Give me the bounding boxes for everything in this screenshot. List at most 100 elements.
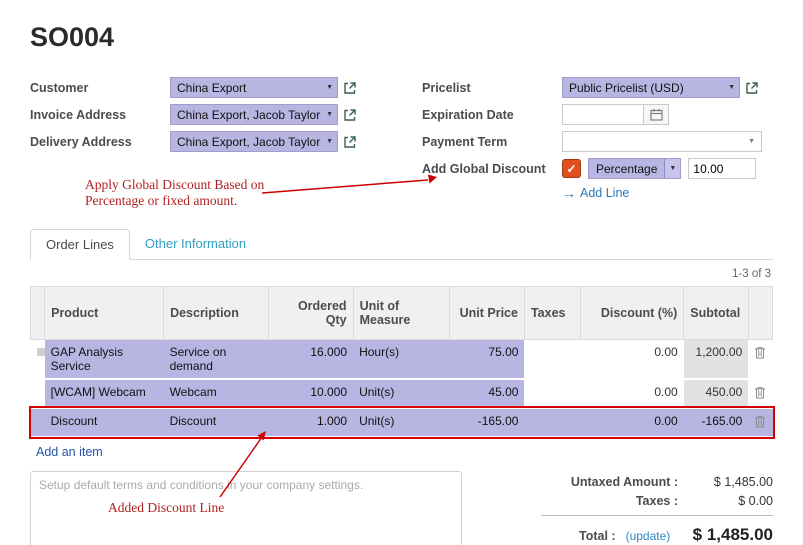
untaxed-amount-row: Untaxed Amount : $ 1,485.00	[541, 475, 773, 489]
global-discount-field-row: Add Global Discount ✓ Percentage ▼	[422, 158, 773, 179]
delete-line-button[interactable]	[748, 379, 772, 408]
subtotal-cell: 1,200.00	[684, 340, 749, 380]
payment-term-select[interactable]: ▼	[562, 131, 762, 152]
delivery-address-value: China Export, Jacob Taylor	[177, 135, 320, 149]
unit-price-cell: 75.00	[450, 340, 525, 380]
taxes-cell	[524, 379, 580, 408]
table-row-discount[interactable]: Discount Discount 1.000 Unit(s) -165.00 …	[31, 408, 773, 437]
taxes-value: $ 0.00	[678, 494, 773, 508]
customer-value: China Export	[177, 81, 246, 95]
page-title: SO004	[30, 22, 773, 53]
unit-price-cell: -165.00	[450, 408, 525, 437]
invoice-address-select[interactable]: China Export, Jacob Taylor ▼	[170, 104, 338, 125]
description-cell: Discount	[164, 408, 269, 437]
discount-cell: 0.00	[581, 379, 684, 408]
qty-cell: 16.000	[268, 340, 353, 380]
annotation-discount-line: Added Discount Line	[108, 500, 308, 516]
qty-cell: 10.000	[268, 379, 353, 408]
discount-cell: 0.00	[581, 340, 684, 380]
uom-cell: Unit(s)	[353, 379, 450, 408]
col-discount: Discount (%)	[581, 287, 684, 340]
subtotal-cell: -165.00	[684, 408, 749, 437]
invoice-address-value: China Export, Jacob Taylor	[177, 108, 320, 122]
notebook-tabs: Order Lines Other Information	[30, 229, 773, 260]
col-description: Description	[164, 287, 269, 340]
total-row: Total : (update) $ 1,485.00	[541, 525, 773, 545]
invoice-address-label: Invoice Address	[30, 108, 170, 122]
unit-price-cell: 45.00	[450, 379, 525, 408]
untaxed-amount-value: $ 1,485.00	[678, 475, 773, 489]
invoice-address-field-row: Invoice Address China Export, Jacob Tayl…	[30, 104, 422, 125]
global-discount-label: Add Global Discount	[422, 162, 562, 176]
taxes-label: Taxes :	[541, 494, 678, 508]
pricelist-label: Pricelist	[422, 81, 562, 95]
trash-icon	[754, 415, 766, 428]
table-row-gap-analysis[interactable]: GAP Analysis Service Service on demand 1…	[31, 340, 773, 380]
col-ordered-qty: Ordered Qty	[268, 287, 353, 340]
qty-cell: 1.000	[268, 408, 353, 437]
untaxed-amount-label: Untaxed Amount :	[541, 475, 678, 489]
uom-cell: Hour(s)	[353, 340, 450, 380]
delivery-address-label: Delivery Address	[30, 135, 170, 149]
discount-method-select[interactable]: Percentage ▼	[588, 158, 681, 179]
product-cell: GAP Analysis Service	[45, 340, 164, 380]
add-line-row: → Add Line	[562, 185, 773, 201]
total-value: $ 1,485.00	[693, 525, 773, 545]
payment-term-field-row: Payment Term ▼	[422, 131, 773, 152]
table-row-webcam[interactable]: [WCAM] Webcam Webcam 10.000 Unit(s) 45.0…	[31, 379, 773, 408]
uom-cell: Unit(s)	[353, 408, 450, 437]
subtotal-cell: 450.00	[684, 379, 749, 408]
add-line-button[interactable]: Add Line	[580, 186, 629, 200]
chevron-down-icon: ▼	[728, 84, 735, 91]
delivery-address-select[interactable]: China Export, Jacob Taylor ▼	[170, 131, 338, 152]
col-product: Product	[45, 287, 164, 340]
handle-column-header	[31, 287, 45, 340]
trash-icon	[754, 386, 766, 399]
external-link-icon[interactable]	[343, 135, 357, 149]
discount-amount-input[interactable]	[688, 158, 756, 179]
global-discount-checkbox[interactable]: ✓	[562, 159, 581, 178]
drag-handle[interactable]	[31, 379, 45, 408]
pager: 1-3 of 3	[30, 268, 771, 280]
delete-line-button[interactable]	[748, 408, 772, 437]
drag-handle[interactable]	[31, 408, 45, 437]
customer-label: Customer	[30, 81, 170, 95]
arrow-right-icon: →	[562, 185, 576, 201]
add-an-item-link[interactable]: Add an item	[30, 438, 103, 459]
drag-handle[interactable]	[31, 340, 45, 380]
col-unit-of-measure: Unit of Measure	[353, 287, 450, 340]
table-header-row: Product Description Ordered Qty Unit of …	[31, 287, 773, 340]
col-unit-price: Unit Price	[450, 287, 525, 340]
chevron-down-icon: ▼	[748, 138, 755, 145]
col-subtotal: Subtotal	[684, 287, 749, 340]
pricelist-value: Public Pricelist (USD)	[569, 81, 684, 95]
taxes-cell	[524, 340, 580, 380]
update-link[interactable]: (update)	[626, 529, 671, 543]
expiration-date-input[interactable]	[562, 104, 644, 125]
calendar-button[interactable]	[643, 104, 669, 125]
delete-line-button[interactable]	[748, 340, 772, 380]
trash-icon	[754, 346, 766, 359]
delivery-address-field-row: Delivery Address China Export, Jacob Tay…	[30, 131, 422, 152]
pricelist-select[interactable]: Public Pricelist (USD) ▼	[562, 77, 740, 98]
expiration-date-field-row: Expiration Date	[422, 104, 773, 125]
external-link-icon[interactable]	[343, 108, 357, 122]
total-label: Total :	[579, 529, 616, 543]
chevron-down-icon: ▼	[326, 111, 333, 118]
totals-divider	[541, 515, 773, 516]
description-cell: Webcam	[164, 379, 269, 408]
product-cell: [WCAM] Webcam	[45, 379, 164, 408]
customer-select[interactable]: China Export ▼	[170, 77, 338, 98]
sale-order-page: SO004 Customer China Export ▼ Invoice Ad…	[0, 0, 803, 545]
external-link-icon[interactable]	[343, 81, 357, 95]
chevron-down-icon: ▼	[326, 138, 333, 145]
discount-method-value: Percentage	[589, 159, 664, 178]
totals-block: Untaxed Amount : $ 1,485.00 Taxes : $ 0.…	[541, 471, 773, 545]
delete-column-header	[748, 287, 772, 340]
tab-order-lines[interactable]: Order Lines	[30, 229, 130, 260]
annotation-global-discount: Apply Global Discount Based on Percentag…	[85, 177, 315, 210]
external-link-icon[interactable]	[745, 81, 759, 95]
tab-other-information[interactable]: Other Information	[130, 229, 261, 259]
calendar-icon	[650, 108, 663, 121]
product-cell: Discount	[45, 408, 164, 437]
